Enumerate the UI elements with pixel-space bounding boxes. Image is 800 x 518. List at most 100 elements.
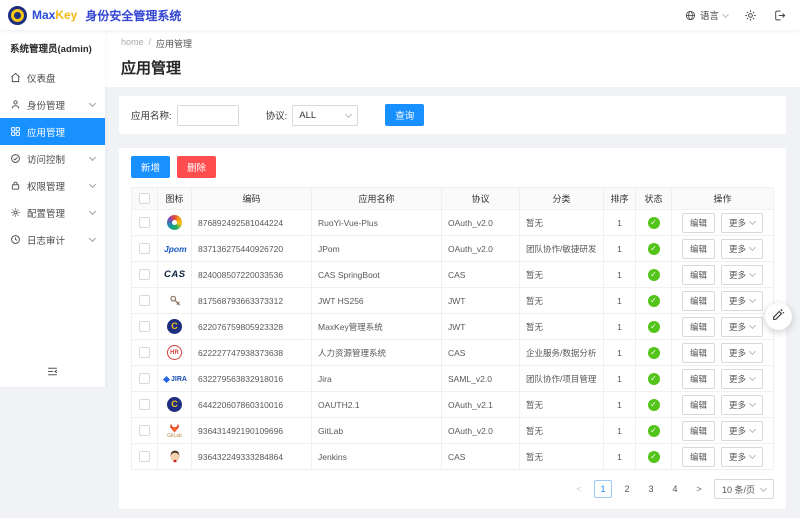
page-number-3[interactable]: 3 <box>642 480 660 498</box>
cell-category: 团队协作/敏捷研发 <box>520 236 604 262</box>
cell-category: 企业服务/数据分析 <box>520 340 604 366</box>
chevron-down-icon <box>749 296 756 303</box>
row-checkbox[interactable] <box>139 451 150 462</box>
more-button[interactable]: 更多 <box>721 421 763 441</box>
select-all-header <box>132 188 158 210</box>
edit-button[interactable]: 编辑 <box>682 317 715 337</box>
sidebar-item-label: 日志审计 <box>27 233 65 247</box>
more-button[interactable]: 更多 <box>721 369 763 389</box>
sidebar-item-permission[interactable]: 权限管理 <box>0 172 105 199</box>
sidebar-item-dashboard[interactable]: 仪表盘 <box>0 64 105 91</box>
breadcrumb-separator: / <box>149 37 152 50</box>
page-size-select[interactable]: 10 条/页 <box>714 479 774 499</box>
logout-icon[interactable] <box>773 9 786 22</box>
protocol-select-value: ALL <box>299 110 316 121</box>
edit-button[interactable]: 编辑 <box>682 213 715 233</box>
chevron-down-icon <box>345 110 352 117</box>
select-all-checkbox[interactable] <box>139 193 150 204</box>
cell-icon: GitLab <box>158 418 192 444</box>
protocol-select[interactable]: ALL <box>292 105 358 126</box>
cell-icon: HR <box>158 340 192 366</box>
more-button[interactable]: 更多 <box>721 395 763 415</box>
language-menu[interactable]: 语言 <box>685 8 728 22</box>
status-enabled-icon: ✓ <box>648 425 660 437</box>
settings-gear-icon[interactable] <box>744 9 757 22</box>
sidebar-item-label: 访问控制 <box>27 152 65 166</box>
next-page-button[interactable]: > <box>690 480 708 498</box>
cell-actions: 编辑更多 <box>672 210 774 236</box>
page-title: 应用管理 <box>121 57 784 78</box>
prev-page-button[interactable]: < <box>570 480 588 498</box>
magic-wand-icon <box>772 308 785 326</box>
add-button[interactable]: 新增 <box>131 156 170 178</box>
cell-sort: 1 <box>604 314 636 340</box>
sidebar-item-config[interactable]: 配置管理 <box>0 199 105 226</box>
edit-button[interactable]: 编辑 <box>682 395 715 415</box>
edit-button[interactable]: 编辑 <box>682 369 715 389</box>
search-panel: 应用名称: 协议: ALL 查询 <box>119 96 786 134</box>
more-button[interactable]: 更多 <box>721 317 763 337</box>
cell-name: Jenkins <box>312 444 442 470</box>
more-button[interactable]: 更多 <box>721 239 763 259</box>
cell-select <box>132 340 158 366</box>
cell-name: JPom <box>312 236 442 262</box>
row-checkbox[interactable] <box>139 373 150 384</box>
menu-fold-icon[interactable] <box>0 357 105 387</box>
topbar: MaxKey 身份安全管理系统 语言 <box>0 0 800 30</box>
chevron-down-icon <box>749 322 756 329</box>
theme-setting-button[interactable] <box>765 303 792 330</box>
more-button[interactable]: 更多 <box>721 213 763 233</box>
search-button[interactable]: 查询 <box>385 104 424 126</box>
cell-sort: 1 <box>604 236 636 262</box>
sidebar-item-audit[interactable]: 日志审计 <box>0 226 105 253</box>
cell-protocol: SAML_v2.0 <box>442 366 520 392</box>
cell-category: 暂无 <box>520 444 604 470</box>
chevron-down-icon <box>89 235 96 242</box>
table-panel: 新增 删除 图标编码应用名称协议分类排序状态操作 876892492581044… <box>119 148 786 509</box>
edit-button[interactable]: 编辑 <box>682 447 715 467</box>
status-enabled-icon: ✓ <box>648 217 660 229</box>
edit-button[interactable]: 编辑 <box>682 239 715 259</box>
cell-protocol: OAuth_v2.1 <box>442 392 520 418</box>
more-button[interactable]: 更多 <box>721 291 763 311</box>
edit-button[interactable]: 编辑 <box>682 291 715 311</box>
sidebar-item-apps[interactable]: 应用管理 <box>0 118 105 145</box>
page-number-2[interactable]: 2 <box>618 480 636 498</box>
cell-icon: CAS <box>158 262 192 288</box>
edit-button[interactable]: 编辑 <box>682 421 715 441</box>
row-checkbox[interactable] <box>139 295 150 306</box>
cell-code: 936431492190109696 <box>192 418 312 444</box>
page-number-1[interactable]: 1 <box>594 480 612 498</box>
cell-status: ✓ <box>636 418 672 444</box>
edit-button[interactable]: 编辑 <box>682 343 715 363</box>
row-checkbox[interactable] <box>139 217 150 228</box>
more-button[interactable]: 更多 <box>721 265 763 285</box>
app-name-input[interactable] <box>177 105 239 126</box>
row-checkbox[interactable] <box>139 321 150 332</box>
row-checkbox[interactable] <box>139 425 150 436</box>
sidebar-item-access[interactable]: 访问控制 <box>0 145 105 172</box>
chevron-down-icon <box>749 426 756 433</box>
sidebar-item-identity[interactable]: 身份管理 <box>0 91 105 118</box>
row-checkbox[interactable] <box>139 269 150 280</box>
page-number-4[interactable]: 4 <box>666 480 684 498</box>
row-checkbox[interactable] <box>139 243 150 254</box>
appstore-icon <box>10 126 21 137</box>
edit-button[interactable]: 编辑 <box>682 265 715 285</box>
row-checkbox[interactable] <box>139 399 150 410</box>
table-row: C622076759805923328MaxKey管理系统JWT暂无1✓编辑更多 <box>132 314 774 340</box>
more-button[interactable]: 更多 <box>721 343 763 363</box>
more-button[interactable]: 更多 <box>721 447 763 467</box>
cell-select <box>132 392 158 418</box>
table-row: 817568793663373312JWT HS256JWT暂无1✓编辑更多 <box>132 288 774 314</box>
sidebar-item-label: 身份管理 <box>27 98 65 112</box>
table-row: Jpom837136275440926720JPomOAuth_v2.0团队协作… <box>132 236 774 262</box>
current-user-label: 系统管理员(admin) <box>0 30 105 64</box>
cell-sort: 1 <box>604 210 636 236</box>
status-enabled-icon: ✓ <box>648 347 660 359</box>
breadcrumb-home[interactable]: home <box>121 37 144 50</box>
chevron-down-icon <box>89 181 96 188</box>
delete-button[interactable]: 删除 <box>177 156 216 178</box>
cell-actions: 编辑更多 <box>672 314 774 340</box>
row-checkbox[interactable] <box>139 347 150 358</box>
